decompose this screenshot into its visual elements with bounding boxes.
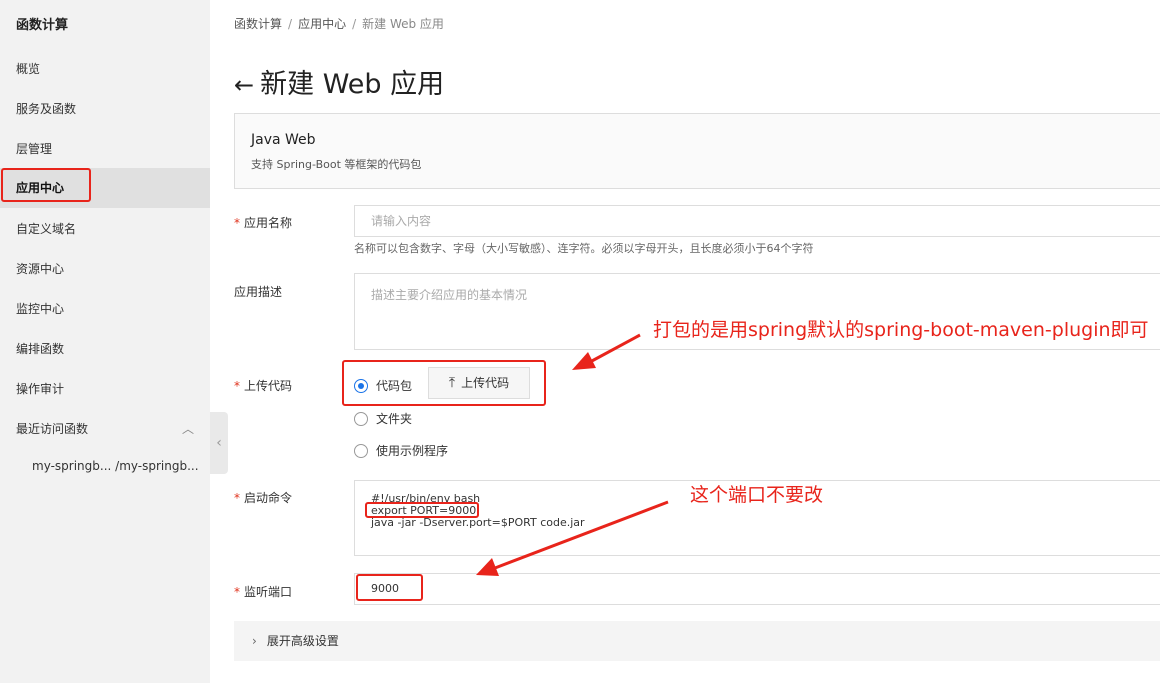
annotation-note-plugin: 打包的是用spring默认的spring-boot-maven-plugin即可 (653, 319, 1149, 341)
annotation-arrow-1 (572, 333, 641, 370)
annotation-note-port: 这个端口不要改 (690, 484, 824, 506)
annotation-arrow-2 (476, 500, 669, 576)
